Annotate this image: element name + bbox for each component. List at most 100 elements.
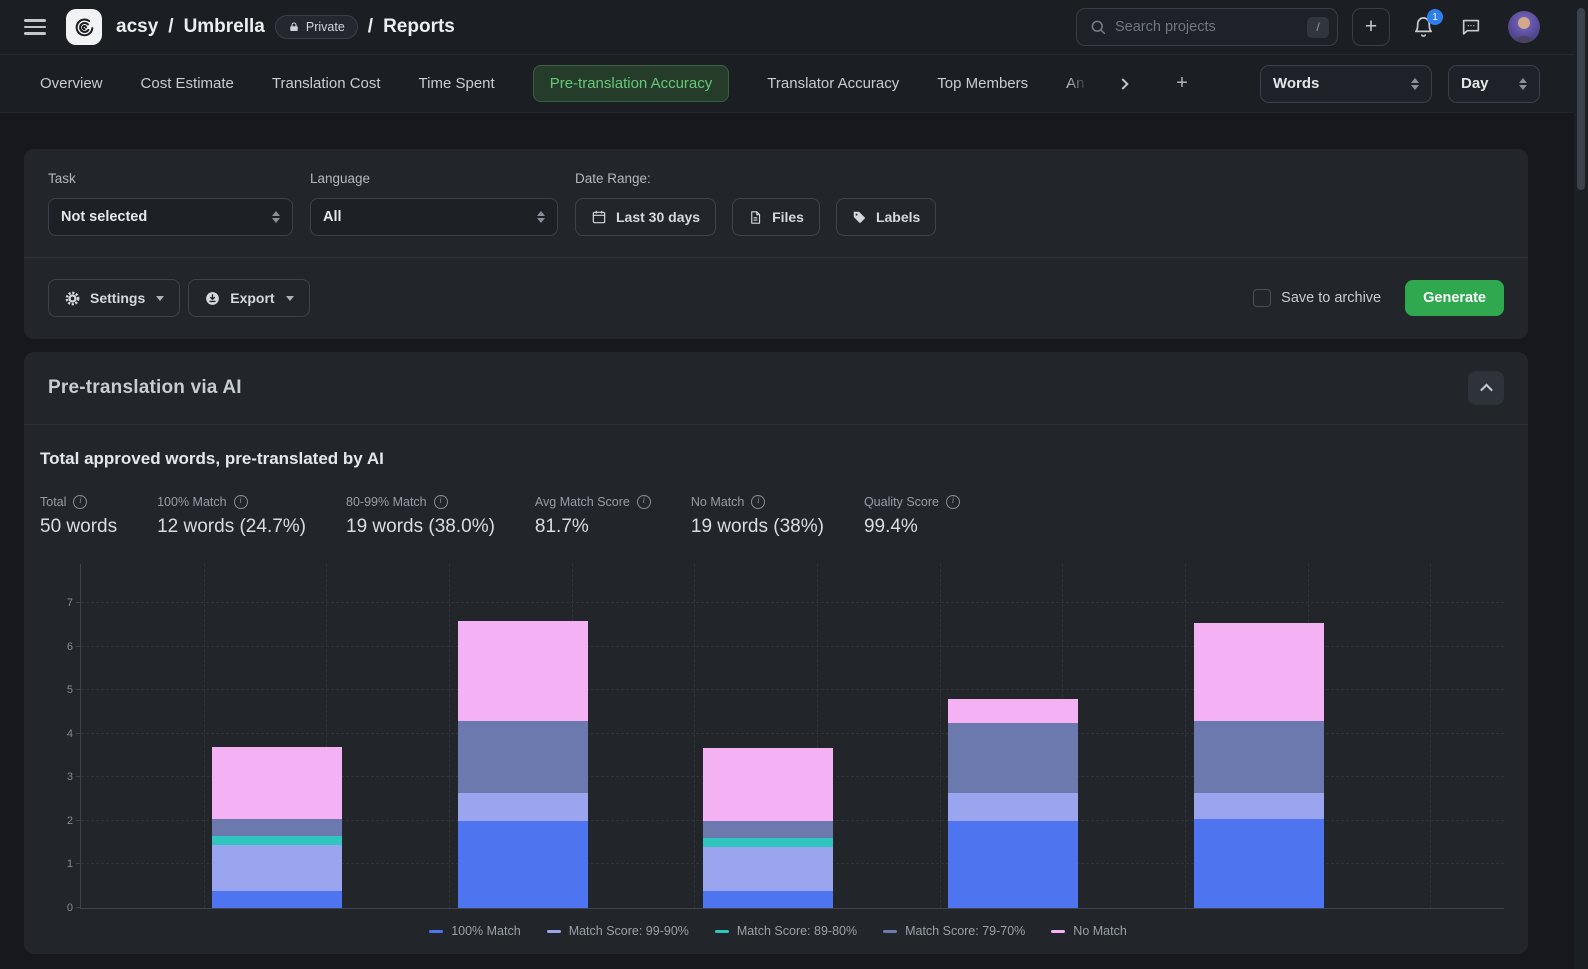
period-select[interactable]: Day <box>1448 65 1540 103</box>
save-to-archive-label[interactable]: Save to archive <box>1281 290 1381 306</box>
bar-segment-match-score-79-70[interactable] <box>703 821 833 838</box>
legend-label: Match Score: 99-90% <box>569 924 689 938</box>
bar-segment-no-match[interactable] <box>212 747 342 819</box>
breadcrumb-org[interactable]: acsy <box>116 16 158 38</box>
bar-segment-no-match[interactable] <box>458 621 588 721</box>
tab-overview[interactable]: Overview <box>40 75 103 92</box>
vertical-scrollbar-thumb[interactable] <box>1577 8 1585 190</box>
stat-label: Avg Match Scorei <box>535 495 651 509</box>
breadcrumb-project[interactable]: Umbrella <box>184 16 265 38</box>
settings-label: Settings <box>90 290 145 306</box>
language-select[interactable]: All <box>310 198 558 236</box>
tab-time-spent[interactable]: Time Spent <box>419 75 495 92</box>
bar-segment-match-score-79-70[interactable] <box>948 723 1078 793</box>
export-button[interactable]: Export <box>188 279 309 317</box>
bar-segment-match-score-79-70[interactable] <box>212 819 342 836</box>
language-label: Language <box>310 171 558 186</box>
app-logo[interactable] <box>66 9 102 45</box>
y-axis-tick <box>76 820 81 821</box>
legend-swatch <box>715 930 729 933</box>
menu-icon[interactable] <box>24 19 46 35</box>
calendar-icon <box>591 209 607 225</box>
bar-segment-match-score-79-70[interactable] <box>1194 721 1324 793</box>
stat-total: Totali50 words <box>40 495 117 538</box>
tab-top-members[interactable]: Top Members <box>937 75 1028 92</box>
avatar[interactable] <box>1508 11 1540 43</box>
bar-segment-match-score-79-70[interactable] <box>458 721 588 793</box>
labels-filter-button[interactable]: Labels <box>836 198 936 236</box>
files-filter-button[interactable]: Files <box>732 198 820 236</box>
bar-segment-match-score-99-90[interactable] <box>212 845 342 891</box>
chevron-right-icon <box>1117 78 1128 89</box>
bar-stack-5[interactable] <box>1194 623 1324 908</box>
bar-segment-no-match[interactable] <box>1194 623 1324 721</box>
tabs-list: Overview Cost Estimate Translation Cost Tim… <box>40 65 1090 102</box>
info-icon[interactable]: i <box>73 495 87 509</box>
scroll-tabs-right-button[interactable] <box>1112 73 1134 95</box>
bar-segment-100-match[interactable] <box>948 821 1078 908</box>
search-input[interactable] <box>1115 19 1299 35</box>
bar-segment-100-match[interactable] <box>458 821 588 908</box>
stat-label-text: 100% Match <box>157 495 226 509</box>
y-axis-tick <box>76 776 81 777</box>
date-range-button[interactable]: Last 30 days <box>575 198 716 236</box>
bar-segment-match-score-99-90[interactable] <box>458 793 588 821</box>
info-icon[interactable]: i <box>434 495 448 509</box>
tab-translator-accuracy[interactable]: Translator Accuracy <box>767 75 899 92</box>
y-axis-tick-label: 5 <box>51 684 73 696</box>
tab-pre-translation-accuracy[interactable]: Pre-translation Accuracy <box>533 65 730 102</box>
collapse-card-button[interactable] <box>1468 371 1504 405</box>
task-select[interactable]: Not selected <box>48 198 293 236</box>
tab-translation-cost[interactable]: Translation Cost <box>272 75 381 92</box>
notifications-button[interactable]: 1 <box>1410 14 1436 40</box>
legend-swatch <box>883 930 897 933</box>
chart-plot-area: 01234567 <box>80 564 1504 909</box>
bar-stack-1[interactable] <box>212 747 342 908</box>
y-axis-tick <box>76 646 81 647</box>
bar-segment-match-score-99-90[interactable] <box>703 847 833 891</box>
info-icon[interactable]: i <box>751 495 765 509</box>
bar-stack-3[interactable] <box>703 748 833 908</box>
date-range-field: Date Range: Last 30 days Files <box>575 171 936 236</box>
select-arrows-icon <box>1519 78 1527 90</box>
messages-button[interactable] <box>1458 14 1484 40</box>
save-to-archive-checkbox[interactable] <box>1253 289 1271 307</box>
unit-select[interactable]: Words <box>1260 65 1432 103</box>
generate-button[interactable]: Generate <box>1405 280 1504 316</box>
bar-segment-100-match[interactable] <box>212 891 342 908</box>
info-icon[interactable]: i <box>234 495 248 509</box>
stat-value: 19 words (38.0%) <box>346 516 495 538</box>
gridline-vertical <box>694 564 695 908</box>
language-select-value: All <box>323 209 342 225</box>
stat-value: 50 words <box>40 516 117 538</box>
bar-segment-match-score-89-80[interactable] <box>212 836 342 845</box>
vertical-scrollbar-track[interactable] <box>1574 0 1588 969</box>
bar-stack-4[interactable] <box>948 699 1078 908</box>
y-axis-tick-label: 4 <box>51 728 73 740</box>
bar-stack-2[interactable] <box>458 621 588 908</box>
tab-cost-estimate[interactable]: Cost Estimate <box>141 75 234 92</box>
info-icon[interactable]: i <box>946 495 960 509</box>
report-tabs: Overview Cost Estimate Translation Cost Tim… <box>0 55 1588 113</box>
create-project-button[interactable]: + <box>1352 8 1390 46</box>
bar-segment-100-match[interactable] <box>703 891 833 908</box>
bar-segment-match-score-99-90[interactable] <box>948 793 1078 821</box>
add-report-tab-button[interactable]: + <box>1176 72 1188 95</box>
settings-button[interactable]: Settings <box>48 279 180 317</box>
bar-segment-match-score-99-90[interactable] <box>1194 793 1324 819</box>
tab-an[interactable]: An <box>1066 75 1090 92</box>
legend-label: Match Score: 89-80% <box>737 924 857 938</box>
chat-icon <box>1460 16 1482 38</box>
bar-segment-no-match[interactable] <box>948 699 1078 723</box>
bar-segment-match-score-89-80[interactable] <box>703 838 833 847</box>
search-icon <box>1089 18 1107 36</box>
save-to-archive-option[interactable]: Save to archive <box>1253 289 1381 307</box>
search-box[interactable]: / <box>1076 8 1338 46</box>
bar-segment-100-match[interactable] <box>1194 819 1324 908</box>
stat-avg-match-score: Avg Match Scorei81.7% <box>535 495 651 538</box>
legend-item-match-score-89-80: Match Score: 89-80% <box>715 924 857 938</box>
y-axis-tick-label: 7 <box>51 597 73 609</box>
bar-segment-no-match[interactable] <box>703 748 833 821</box>
info-icon[interactable]: i <box>637 495 651 509</box>
y-axis-tick <box>76 602 81 603</box>
